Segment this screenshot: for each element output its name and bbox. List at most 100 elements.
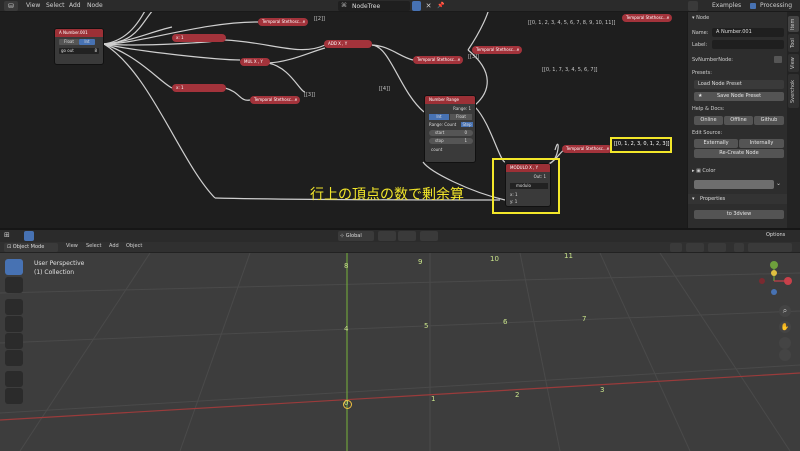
sidebar-panel: ▾ Node Name: A Number.001 Label: SvNumbe… [687,12,788,228]
node-editor-canvas[interactable]: A Number.001 Float Int go out 8 x: 1 MUL… [0,12,687,228]
sidebar-tabs: Item Tool View Sverchok [787,12,800,228]
node-info-icon[interactable] [774,56,782,63]
pin-icon[interactable]: 📌 [437,1,446,11]
number-range-node[interactable]: Number Range Range: 1 Int Float Range: C… [424,95,476,163]
shading-modes[interactable] [748,243,792,252]
name-field[interactable]: A Number.001 [712,28,784,37]
menu-node[interactable]: Node [87,2,103,9]
node-x1-b[interactable]: x: 1 [172,84,226,92]
object-mode-select[interactable]: ⊡ Object Mode [4,243,58,252]
grid-label-1: 1 [431,395,436,403]
float-button[interactable]: Float [450,114,472,120]
label-field[interactable] [712,40,784,49]
annotate-tool-icon[interactable] [5,371,23,387]
github-button[interactable]: Github [754,116,784,125]
viewer-output-1: [[2]] [314,16,325,22]
select-box-tool[interactable] [5,259,23,275]
online-button[interactable]: Online [694,116,723,125]
tab-view[interactable]: View [788,54,799,72]
scale-tool-icon[interactable] [5,333,23,349]
externally-button[interactable]: Externally [694,139,738,148]
viewer-node-6[interactable]: Temporal Stethosc...e [622,14,672,22]
node-section-header[interactable]: ▾ Node [692,15,709,21]
transform-orientation-select[interactable]: ⊹ Global [338,231,374,241]
float-toggle[interactable]: Float [59,39,79,45]
transform-tool-icon[interactable] [5,350,23,366]
viewer-node-2[interactable]: Temporal Stethosc...e [472,46,522,54]
viewer-node-3[interactable]: Temporal Stethosc...e [413,56,463,64]
rotate-tool-icon[interactable] [5,316,23,332]
processing-checkbox[interactable] [750,3,756,9]
menu-view[interactable]: View [26,2,40,9]
select-tool-icon[interactable] [24,231,34,241]
node-add[interactable]: ADD X , Y [324,40,372,48]
node-mul[interactable]: MUL X , Y [240,58,270,66]
xray-icon[interactable] [734,243,744,252]
navigation-gizmo[interactable] [752,259,796,303]
vp-menu-select[interactable]: Select [86,243,101,249]
save-preset-button[interactable]: ★ Save Node Preset [694,92,784,101]
options-button[interactable]: Options [766,232,785,238]
zoom-icon[interactable]: ⌕ [779,305,791,317]
viewer-node-4[interactable]: Temporal Stethosc...e [250,96,300,104]
pan-icon[interactable]: ✋ [779,321,791,333]
a-number-node[interactable]: A Number.001 Float Int go out 8 [54,28,104,65]
color-section-header[interactable]: ▸ ▣ Color [692,168,715,174]
start-field[interactable]: start 0 [429,130,473,136]
stop-label: stop [435,138,444,143]
snap-icon[interactable] [398,231,416,241]
orientation-label: Global [345,233,362,239]
color-disclosure-icon: ▸ ▣ [692,168,703,174]
proportional-icon[interactable] [420,231,438,241]
visibility-icon[interactable] [670,243,682,252]
cursor-tool-icon[interactable] [5,277,23,293]
viewer-node-5[interactable]: Temporal Stethosc...e [562,145,612,153]
label-label: Label: [692,42,708,48]
gizmo-icon[interactable] [686,243,704,252]
grid-view-icon[interactable] [779,349,791,361]
pivot-icon[interactable] [378,231,396,241]
editor-type-3d-icon[interactable]: ⊞ [4,231,18,241]
offline-button[interactable]: Offline [724,116,753,125]
color-dropdown-icon[interactable]: ⌄ [776,180,784,189]
menu-add[interactable]: Add [69,2,81,9]
grid-label-3: 3 [600,386,605,394]
measure-tool-icon[interactable] [5,388,23,404]
save-preset-label: Save Node Preset [716,93,762,99]
vp-menu-add[interactable]: Add [109,243,119,249]
overlay-icon[interactable] [708,243,726,252]
viewer-output-4: [[0, 1, 7, 3, 4, 5, 6, 7]] [542,67,598,73]
viewer-node-1[interactable]: Temporal Stethosc...e [258,18,308,26]
editor-type-icon[interactable]: ⛁ [4,1,18,11]
menu-select[interactable]: Select [46,2,65,9]
stop-field[interactable]: stop 1 [429,138,473,144]
fake-user-icon[interactable] [412,1,421,11]
vp-menu-view[interactable]: View [66,243,78,249]
tab-sverchok[interactable]: Sverchok [788,74,799,108]
3d-viewport[interactable]: User Perspective (1) Collection 0 1 2 3 … [0,253,800,451]
internally-button[interactable]: Internally [739,139,784,148]
properties-header[interactable]: ▾ Properties [688,194,788,204]
examples-menu[interactable]: Examples [712,2,741,9]
node-tree-selector[interactable]: ⌘ NodeTree [338,1,410,11]
camera-icon[interactable] [779,337,791,349]
name-label: Name: [692,30,709,36]
tab-item[interactable]: Item [788,16,799,32]
grid-label-2: 2 [515,391,520,399]
annotation-text: 行上の頂点の数で剰余算 [310,187,464,203]
close-icon[interactable]: ✕ [424,1,433,11]
vp-menu-object[interactable]: Object [126,243,142,249]
update-icon[interactable] [688,1,698,11]
step-button[interactable]: Step [461,122,473,127]
load-preset-dropdown[interactable]: Load Node Preset [694,80,784,89]
a-number-value-field[interactable]: go out 8 [59,48,99,54]
int-toggle[interactable]: Int [79,39,95,45]
star-icon: ★ [698,93,703,99]
int-button[interactable]: Int [429,114,449,120]
to-3dview-button[interactable]: to 3dview [694,210,784,219]
recreate-node-button[interactable]: Re-Create Node [694,149,784,158]
color-swatch[interactable] [694,180,774,189]
node-x1-a[interactable]: x: 1 [172,34,226,42]
tab-tool[interactable]: Tool [788,34,799,52]
move-tool-icon[interactable] [5,299,23,315]
